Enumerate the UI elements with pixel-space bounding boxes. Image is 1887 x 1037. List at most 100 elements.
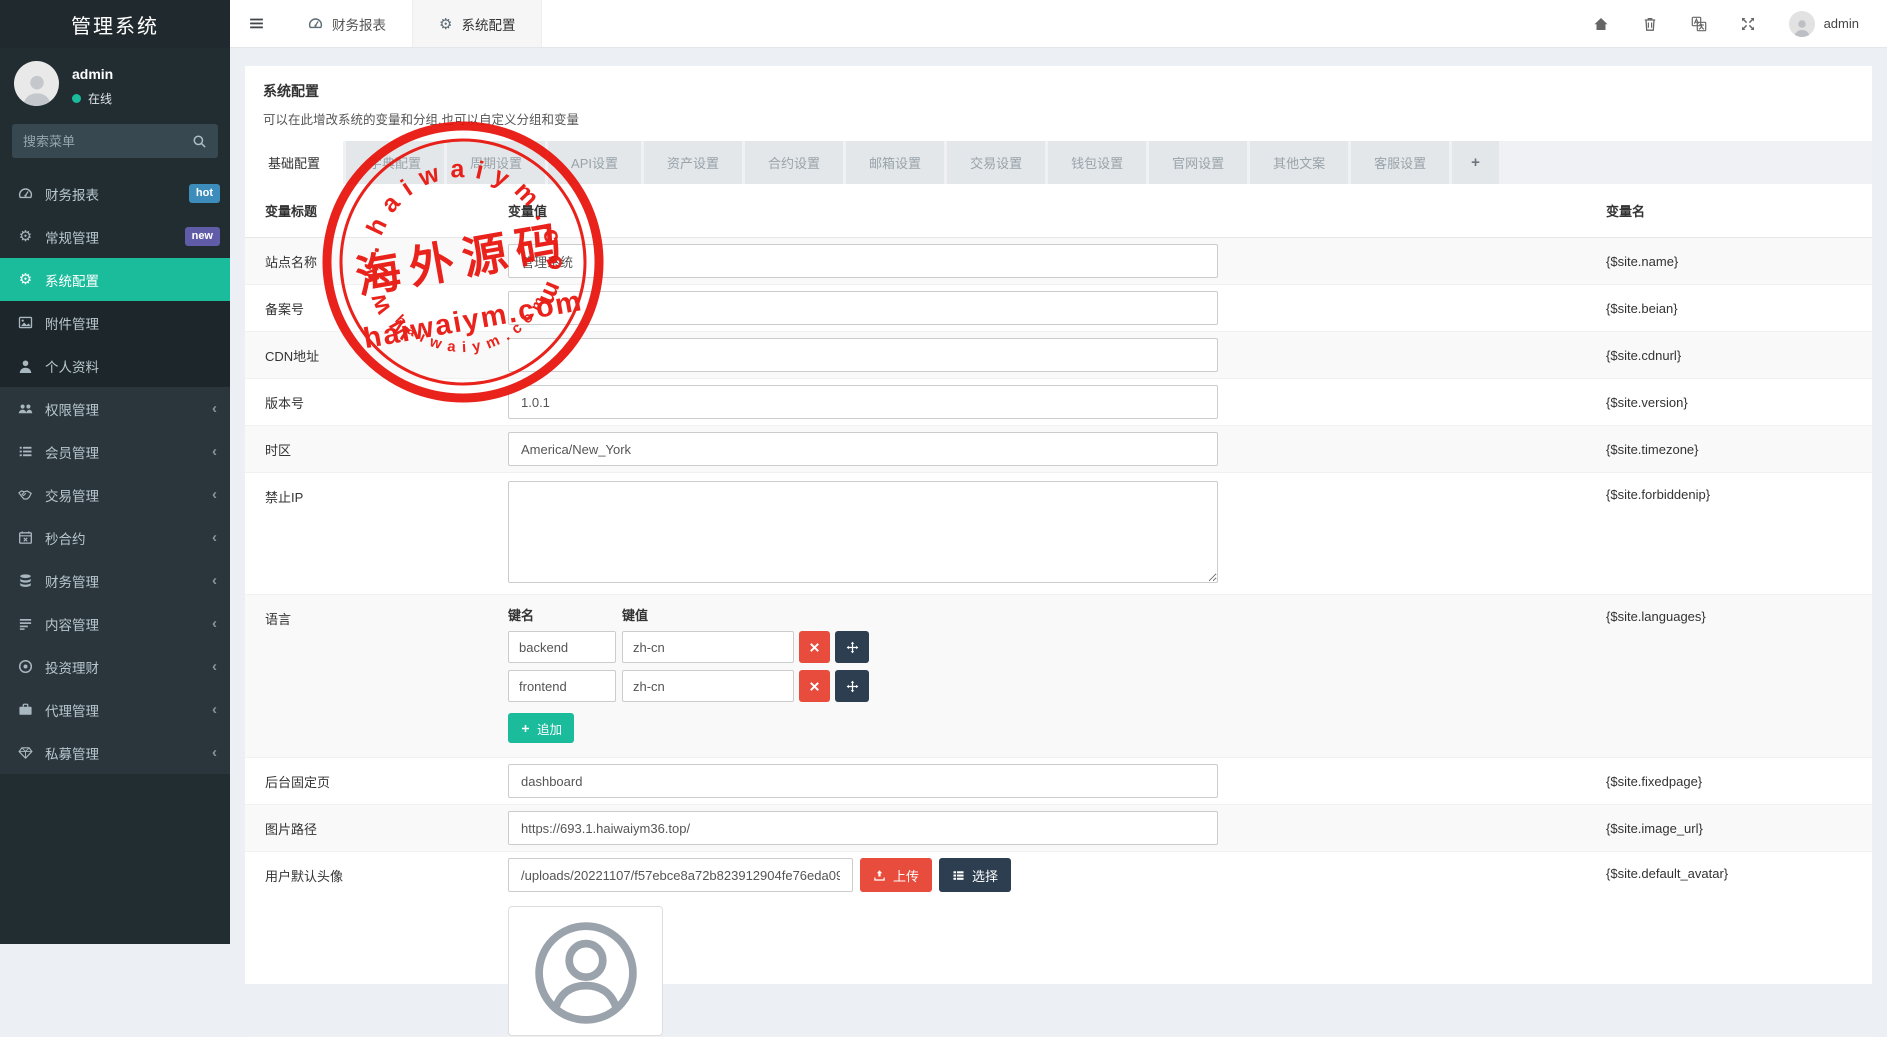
hot-badge: hot [189,184,220,202]
chevron-left-icon: ‹ [212,529,217,546]
tab-dictionary-config[interactable]: 字典配置 [346,141,444,184]
language-value-input[interactable] [622,631,794,663]
tab-mail-settings[interactable]: 邮箱设置 [846,141,944,184]
sidebar-item-finance-report[interactable]: 财务报表 hot [0,172,230,215]
sidebar-item-label: 财务报表 [45,184,99,204]
move-pair-button[interactable] [835,631,869,663]
row-label: 后台固定页 [245,772,508,791]
tab-other-copy[interactable]: 其他文案 [1250,141,1348,184]
default-avatar-input[interactable] [508,858,853,892]
topbar-tab-finance-report[interactable]: 财务报表 [282,0,412,47]
language-value-input[interactable] [622,670,794,702]
site-name-input[interactable] [508,244,1218,278]
content-icon [16,616,35,631]
search-input[interactable] [23,134,186,149]
table-row: CDN地址 {$site.cdnurl} [245,332,1872,379]
language-key-input[interactable] [508,631,616,663]
row-label: 站点名称 [245,252,508,271]
sidebar-item-trade-manage[interactable]: 交易管理 ‹ [0,473,230,516]
cdn-url-input[interactable] [508,338,1218,372]
main-content: 系统配置 可以在此增改系统的变量和分组,也可以自定义分组和变量 基础配置 字典配… [230,48,1887,944]
sidebar-item-private-fund[interactable]: 私募管理 ‹ [0,731,230,774]
avatar [1789,11,1815,37]
version-input[interactable] [508,385,1218,419]
tab-period-settings[interactable]: 周期设置 [447,141,545,184]
variable-name: {$site.fixedpage} [1218,774,1872,789]
row-label: 禁止IP [245,473,508,506]
move-pair-button[interactable] [835,670,869,702]
forbidden-ip-textarea[interactable] [508,481,1218,583]
variable-name: {$site.default_avatar} [1218,852,1872,881]
table-row: 后台固定页 {$site.fixedpage} [245,758,1872,805]
sidebar-item-general-manage[interactable]: ⚙ 常规管理 new [0,215,230,258]
sidebar-item-content-manage[interactable]: 内容管理 ‹ [0,602,230,645]
sidebar-item-label: 系统配置 [45,270,99,290]
value-header: 键值 [622,605,648,624]
tab-website-settings[interactable]: 官网设置 [1149,141,1247,184]
tab-basic-config[interactable]: 基础配置 [245,141,343,184]
plus-icon [520,723,531,734]
user-name: admin [72,66,113,82]
sidebar-item-member-manage[interactable]: 会员管理 ‹ [0,430,230,473]
sidebar-item-attachment-manage[interactable]: 附件管理 [0,301,230,344]
chevron-left-icon: ‹ [212,486,217,503]
trash-icon[interactable] [1642,16,1658,32]
home-icon[interactable] [1593,16,1609,32]
variable-name: {$site.name} [1218,254,1872,269]
row-label: 时区 [245,440,508,459]
coin-icon [16,659,35,674]
remove-pair-button[interactable] [799,670,830,702]
tab-api-settings[interactable]: API设置 [548,141,641,184]
append-button[interactable]: 追加 [508,713,574,743]
fixed-page-input[interactable] [508,764,1218,798]
upload-button[interactable]: 上传 [860,858,932,892]
row-label: 备案号 [245,299,508,318]
sidebar-item-agent-manage[interactable]: 代理管理 ‹ [0,688,230,731]
search-icon[interactable] [192,134,207,149]
tab-contract-settings[interactable]: 合约设置 [745,141,843,184]
variable-name: {$site.cdnurl} [1218,348,1872,363]
gem-icon [16,745,35,760]
image-path-input[interactable] [508,811,1218,845]
sidebar-item-investment[interactable]: 投资理财 ‹ [0,645,230,688]
sidebar-item-second-contract[interactable]: 秒合约 ‹ [0,516,230,559]
image-icon [16,315,35,330]
choose-button-label: 选择 [972,866,998,885]
tab-trade-settings[interactable]: 交易设置 [947,141,1045,184]
fullscreen-icon[interactable] [1740,16,1756,32]
gear-icon: ⚙ [439,15,452,33]
sidebar-item-finance-manage[interactable]: 财务管理 ‹ [0,559,230,602]
remove-pair-button[interactable] [799,631,830,663]
tab-asset-settings[interactable]: 资产设置 [644,141,742,184]
app-logo-title[interactable]: 管理系统 [0,0,230,48]
tab-service-settings[interactable]: 客服设置 [1351,141,1449,184]
briefcase-icon [16,702,35,717]
user-circle-icon [530,917,642,1029]
avatar-preview [508,906,663,1036]
table-row: 禁止IP {$site.forbiddenip} [245,473,1872,595]
user-panel: admin 在线 [0,48,230,115]
table-row: 图片路径 {$site.image_url} [245,805,1872,852]
sidebar-item-profile[interactable]: 个人资料 [0,344,230,387]
add-tab-button[interactable]: + [1452,141,1499,184]
language-editor: 键名 键值 [508,595,1218,757]
tab-wallet-settings[interactable]: 钱包设置 [1048,141,1146,184]
choose-button[interactable]: 选择 [939,858,1011,892]
row-label: 图片路径 [245,819,508,838]
row-label: 版本号 [245,393,508,412]
topbar-user-menu[interactable]: admin [1789,11,1859,37]
config-tabs: 基础配置 字典配置 周期设置 API设置 资产设置 合约设置 邮箱设置 交易设置… [245,141,1872,184]
sidebar-item-label: 常规管理 [45,227,99,247]
sidebar-item-permission-manage[interactable]: 权限管理 ‹ [0,387,230,430]
hamburger-menu-icon[interactable] [230,0,282,47]
topbar-username: admin [1824,16,1859,31]
user-avatar [14,61,59,106]
timezone-input[interactable] [508,432,1218,466]
sidebar-item-system-config[interactable]: ⚙ 系统配置 [0,258,230,301]
language-key-input[interactable] [508,670,616,702]
gear-icon: ⚙ [16,272,35,287]
beian-input[interactable] [508,291,1218,325]
table-row: 站点名称 {$site.name} [245,238,1872,285]
topbar-tab-system-config[interactable]: ⚙ 系统配置 [412,0,542,47]
translate-icon[interactable] [1691,16,1707,32]
